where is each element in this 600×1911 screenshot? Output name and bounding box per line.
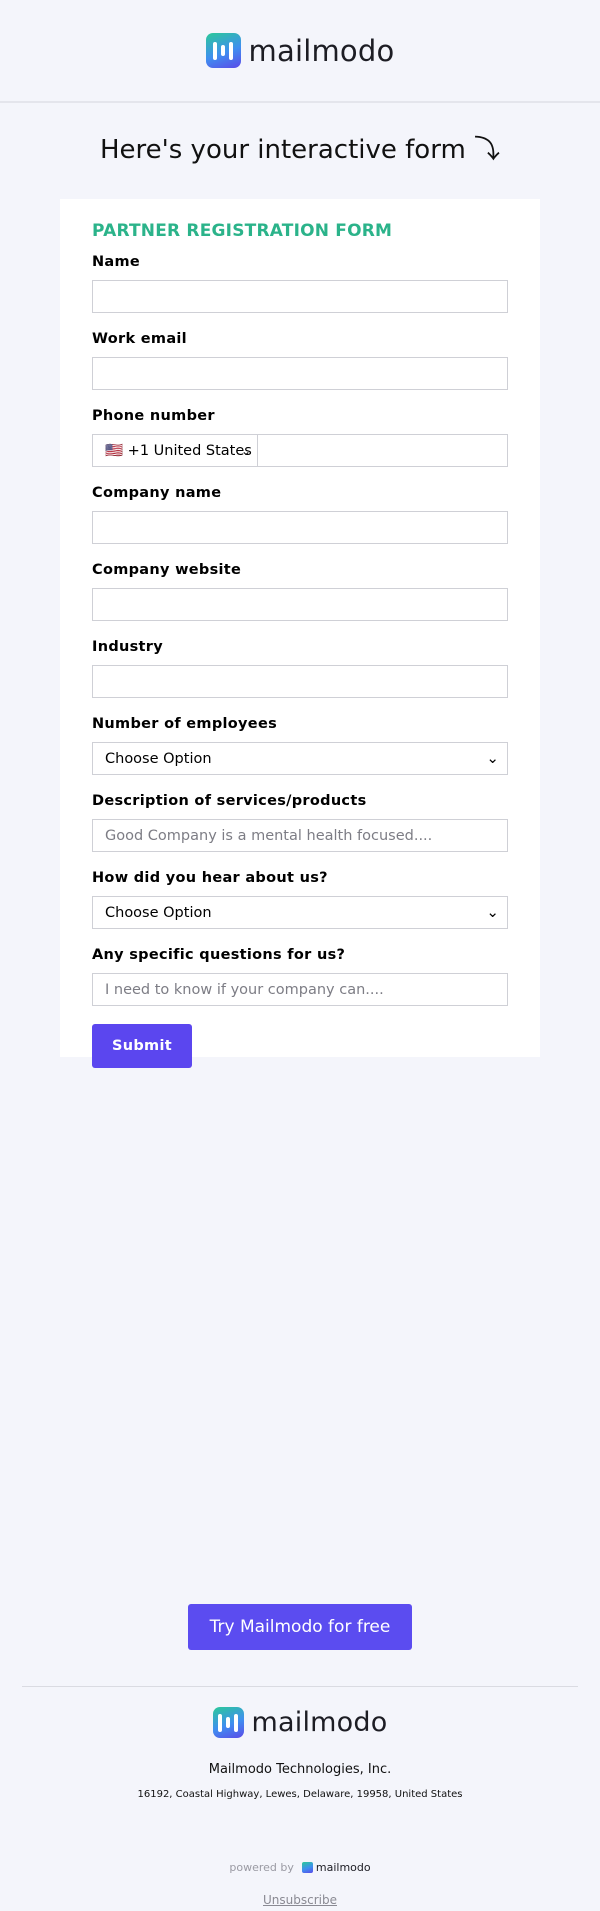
- company-name-input[interactable]: [92, 511, 508, 544]
- mailmodo-logo: mailmodo: [205, 33, 395, 68]
- company-address: 16192, Coastal Highway, Lewes, Delaware,…: [137, 1789, 463, 1800]
- company-name: Mailmodo Technologies, Inc.: [208, 1762, 392, 1777]
- questions-input[interactable]: I need to know if your company can....: [92, 973, 508, 1006]
- unsubscribe-link[interactable]: Unsubscribe: [0, 1893, 600, 1907]
- logo-text: mailmodo: [248, 33, 395, 68]
- powered-by-brand: mailmodo: [315, 1861, 371, 1874]
- employees-select-value: Choose Option: [105, 750, 212, 767]
- name-input[interactable]: [92, 280, 508, 313]
- powered-by[interactable]: powered by mailmodo: [0, 1861, 600, 1874]
- company-name-label: Company name: [92, 485, 222, 501]
- questions-placeholder: I need to know if your company can....: [105, 981, 384, 998]
- country-code-select[interactable]: 🇺🇸 +1 United States ⌄: [92, 434, 258, 467]
- registration-form-card: PARTNER REGISTRATION FORM Name Work emai…: [60, 199, 540, 1068]
- hear-about-select[interactable]: Choose Option ⌄: [92, 896, 508, 929]
- description-placeholder: Good Company is a mental health focused.…: [105, 827, 433, 844]
- company-website-label: Company website: [92, 562, 242, 578]
- country-code-value: 🇺🇸 +1 United States: [105, 443, 252, 459]
- chevron-down-icon: ⌄: [486, 903, 499, 921]
- description-input[interactable]: Good Company is a mental health focused.…: [92, 819, 508, 852]
- try-mailmodo-button[interactable]: Try Mailmodo for free: [188, 1604, 412, 1650]
- industry-label: Industry: [92, 639, 163, 655]
- chevron-down-icon: ⌄: [486, 749, 499, 767]
- submit-button[interactable]: Submit: [92, 1024, 192, 1068]
- employees-select[interactable]: Choose Option ⌄: [92, 742, 508, 775]
- email-header: mailmodo: [0, 0, 600, 103]
- mailmodo-logo-icon: [212, 1707, 244, 1738]
- mailmodo-logo-icon: [205, 33, 241, 68]
- industry-input[interactable]: [92, 665, 508, 698]
- footer-logo-text: mailmodo: [251, 1707, 388, 1738]
- phone-number-input[interactable]: [258, 434, 508, 467]
- company-website-input[interactable]: [92, 588, 508, 621]
- description-label: Description of services/products: [92, 793, 367, 809]
- footer-logo: mailmodo: [0, 1707, 600, 1738]
- work-email-input[interactable]: [92, 357, 508, 390]
- hear-about-label: How did you hear about us?: [92, 870, 328, 886]
- phone-label: Phone number: [92, 408, 215, 424]
- powered-by-text: powered by: [229, 1861, 294, 1874]
- mailmodo-mini-icon: [301, 1862, 313, 1873]
- footer-divider: [22, 1686, 578, 1687]
- phone-field: 🇺🇸 +1 United States ⌄: [92, 434, 508, 467]
- chevron-down-icon: ⌄: [240, 444, 251, 458]
- name-label: Name: [92, 254, 141, 270]
- work-email-label: Work email: [92, 331, 187, 347]
- hear-about-select-value: Choose Option: [105, 904, 212, 921]
- employees-label: Number of employees: [92, 716, 278, 732]
- page-headline: Here's your interactive form ⤵: [99, 135, 501, 165]
- form-title: PARTNER REGISTRATION FORM: [92, 221, 393, 241]
- questions-label: Any specific questions for us?: [92, 947, 346, 963]
